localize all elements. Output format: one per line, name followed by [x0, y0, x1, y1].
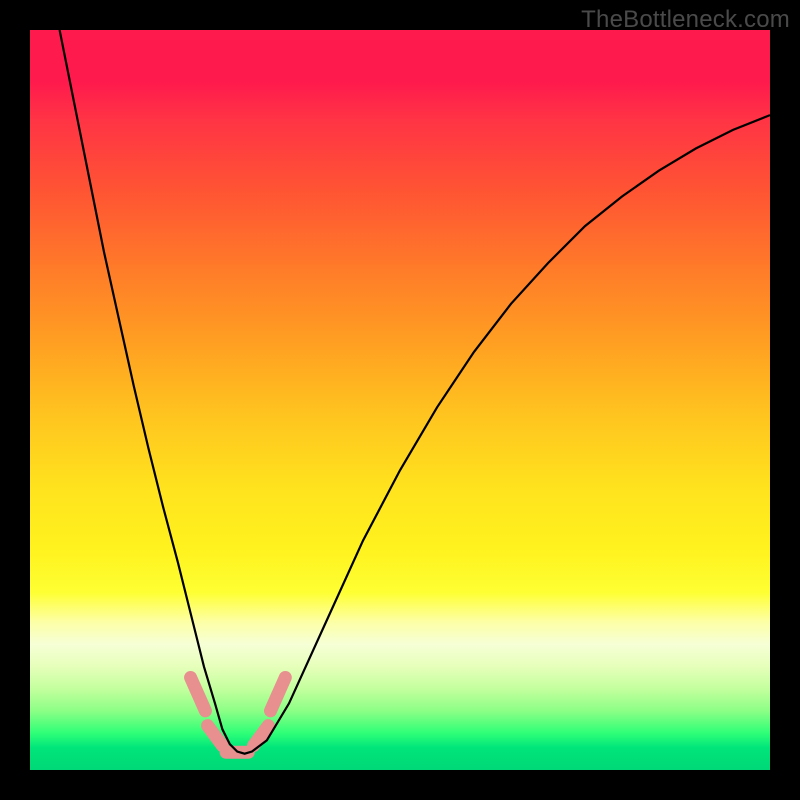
watermark-text: TheBottleneck.com: [581, 6, 790, 34]
highlight-segment: [208, 726, 223, 746]
highlight-segment: [271, 678, 286, 711]
chart-frame: TheBottleneck.com: [0, 0, 800, 800]
highlight-segment: [253, 726, 268, 746]
curve-svg: [30, 30, 770, 770]
bottleneck-curve: [60, 30, 770, 754]
plot-area: [30, 30, 770, 770]
highlight-segment: [191, 678, 206, 711]
